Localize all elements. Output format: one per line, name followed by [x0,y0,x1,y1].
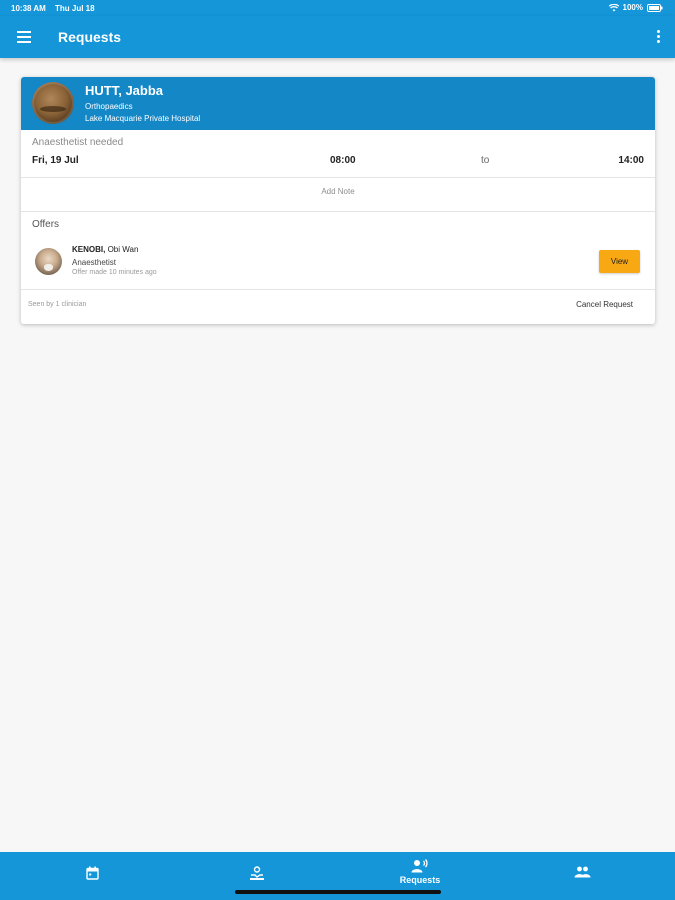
request-card: HUTT, Jabba Orthopaedics Lake Macquarie … [21,77,655,324]
battery-icon [647,3,663,12]
request-time-row: Fri, 19 Jul 08:00 to 14:00 [21,155,655,171]
offer-row: KENOBI, Obi Wan Anaesthetist Offer made … [21,240,655,288]
offers-heading: Offers [32,219,60,230]
add-note-button[interactable]: Add Note [21,187,655,196]
view-offer-button[interactable]: View [599,250,640,273]
request-start-time: 08:00 [330,155,356,166]
hamburger-menu-icon[interactable] [17,31,31,43]
nav-team[interactable] [560,852,605,900]
clinician-name: KENOBI, Obi Wan [72,245,138,254]
nav-label: Requests [399,875,441,885]
clinician-role: Anaesthetist [72,258,117,267]
status-right: 100% [608,3,663,12]
battery-percent: 100% [622,3,643,12]
request-date: Fri, 19 Jul [32,155,79,166]
request-end-time: 14:00 [618,155,644,166]
patient-name: HUTT, Jabba [85,83,164,98]
divider [21,177,655,178]
hand-request-icon [249,866,264,880]
request-card-header[interactable]: HUTT, Jabba Orthopaedics Lake Macquarie … [21,77,655,130]
home-indicator [235,890,441,894]
cancel-request-button[interactable]: Cancel Request [576,300,633,309]
patient-avatar [32,82,74,124]
page-title: Requests [58,29,122,45]
clinician-avatar [35,248,62,275]
status-date: Thu Jul 18 [55,4,95,13]
status-bar: 10:38 AM Thu Jul 18 100% [0,0,675,16]
nav-calendar[interactable] [70,852,115,900]
patient-specialty: Orthopaedics [85,102,133,111]
role-needed: Anaesthetist needed [32,137,124,148]
person-speaking-icon [411,859,428,873]
patient-hospital: Lake Macquarie Private Hospital [85,114,201,123]
wifi-icon [608,3,619,11]
divider [21,211,655,212]
divider [21,289,655,290]
app-bar: Requests [0,16,675,58]
seen-count: Seen by 1 clinician [28,301,87,308]
status-time: 10:38 AM [11,4,46,13]
more-vertical-icon[interactable] [657,30,661,44]
people-icon [574,866,591,878]
clinician-surname: KENOBI, [72,245,106,254]
clinician-first-name: Obi Wan [107,245,139,254]
calendar-icon [86,866,99,880]
offer-timestamp: Offer made 10 minutes ago [72,269,157,276]
time-separator: to [481,155,490,166]
